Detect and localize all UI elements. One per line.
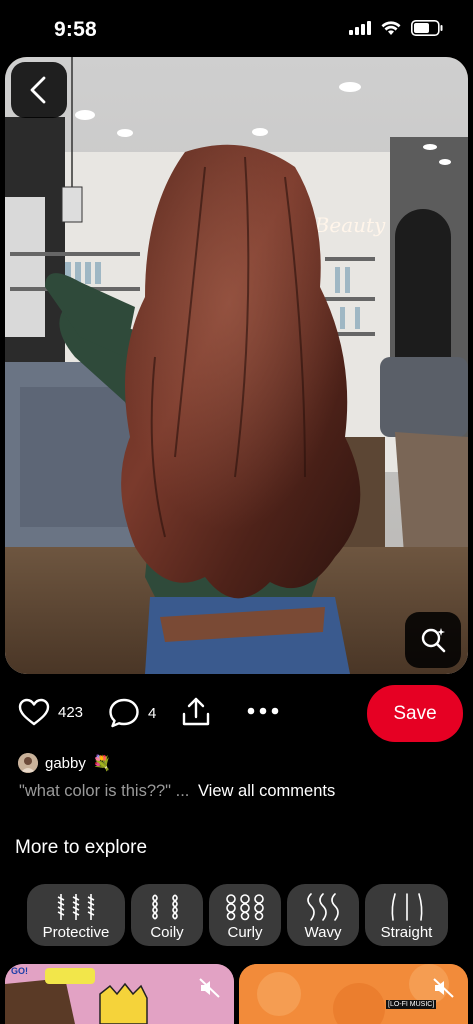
mute-icon[interactable] (433, 978, 455, 998)
heart-icon (18, 698, 50, 726)
straight-hair-icon (391, 893, 422, 921)
chip-coily[interactable]: Coily (131, 884, 203, 946)
wavy-hair-icon (307, 893, 339, 921)
mute-icon[interactable] (199, 978, 221, 998)
battery-icon (411, 20, 443, 36)
visual-search-icon (421, 628, 446, 653)
comments-count: 4 (148, 704, 157, 722)
back-button[interactable] (11, 62, 67, 118)
status-icons (349, 20, 443, 36)
share-button[interactable] (180, 696, 212, 728)
comment-row[interactable]: "what color is this??" ... View all comm… (19, 782, 335, 801)
like-button[interactable]: 423 (18, 698, 83, 726)
chip-label: Wavy (304, 924, 342, 941)
chip-label: Curly (227, 924, 263, 941)
wifi-icon (381, 20, 401, 35)
comment-button[interactable]: 4 (108, 698, 156, 728)
comment-icon (109, 698, 139, 728)
hair-photo: Beauty (5, 57, 468, 674)
coily-hair-icon (152, 894, 178, 920)
status-bar: 9:58 (0, 0, 473, 58)
chip-wavy[interactable]: Wavy (287, 884, 359, 946)
chip-label: Straight (380, 924, 433, 941)
author-name[interactable]: gabby (45, 755, 86, 772)
author-row[interactable]: gabby 💐 (18, 751, 112, 775)
avatar[interactable] (18, 753, 38, 773)
likes-count: 423 (58, 703, 84, 721)
neon-sign-text: Beauty (314, 213, 386, 237)
explore-chips: Protective Coily Curly Wavy Straight (27, 884, 448, 946)
author-emoji: 💐 (92, 755, 112, 772)
cellular-signal-icon (349, 21, 371, 35)
thumbnail-badge: [LO-FI MUSIC] (386, 1000, 437, 1009)
chip-straight[interactable]: Straight (365, 884, 448, 946)
status-time: 9:58 (54, 18, 97, 41)
back-arrow-icon (30, 76, 46, 104)
comment-preview[interactable]: "what color is this??" ... (19, 782, 189, 800)
thumbnail-badge: GO! (11, 966, 28, 976)
chip-label: Coily (150, 924, 184, 941)
visual-search-button[interactable] (405, 612, 461, 668)
chip-label: Protective (42, 924, 110, 941)
pin-image[interactable]: Beauty (5, 57, 468, 674)
pin-thumbnail[interactable]: GO! (5, 964, 234, 1024)
section-title: More to explore (15, 837, 148, 858)
view-all-comments-link[interactable]: View all comments (198, 782, 335, 800)
more-icon (247, 707, 279, 715)
share-icon (182, 697, 210, 726)
curly-hair-icon (226, 894, 264, 921)
save-button[interactable]: Save (367, 685, 463, 742)
chip-protective[interactable]: Protective (27, 884, 125, 946)
more-button[interactable] (247, 706, 279, 716)
chip-curly[interactable]: Curly (209, 884, 281, 946)
braids-icon (57, 894, 95, 920)
pin-thumbnail[interactable]: [LO-FI MUSIC] (239, 964, 468, 1024)
